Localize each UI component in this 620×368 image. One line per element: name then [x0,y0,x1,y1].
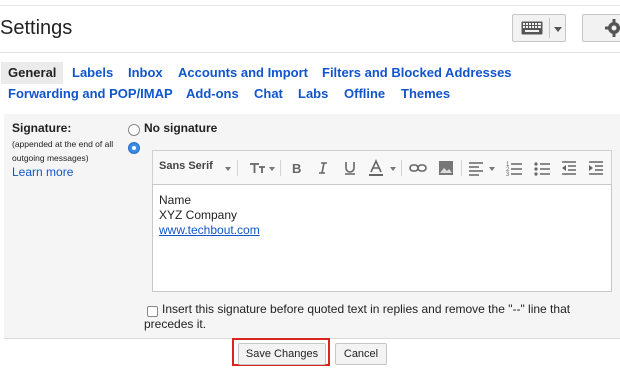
tab-offline[interactable]: Offline [344,86,385,101]
keyboard-icon [521,21,543,35]
tab-accounts-and-import[interactable]: Accounts and Import [178,65,308,80]
toolbar-separator [280,160,281,176]
tab-add-ons[interactable]: Add-ons [186,86,239,101]
header-divider [0,52,620,53]
formatting-toolbar: Sans Serif B 1 2 3 [152,150,612,184]
text-color-icon[interactable] [366,158,386,178]
chevron-down-icon[interactable] [489,167,495,171]
no-signature-label[interactable]: No signature [144,121,217,135]
learn-more-link[interactable]: Learn more [12,165,73,179]
no-signature-radio[interactable] [128,124,140,136]
tab-general[interactable]: General [1,62,64,84]
bold-icon[interactable]: B [287,158,307,178]
gear-icon [605,19,620,37]
chevron-down-icon[interactable] [390,167,396,171]
chevron-down-icon[interactable] [225,167,231,171]
custom-signature-radio[interactable] [128,142,140,154]
link-icon[interactable] [408,158,428,178]
tab-chat[interactable]: Chat [254,86,283,101]
toolbar-separator [401,160,402,176]
signature-note: (appended at the end of all outgoing mes… [12,139,114,163]
image-icon[interactable] [436,158,456,178]
page-title: Settings [0,17,73,39]
svg-text:B: B [292,161,301,176]
tab-filters-and-blocked-addresses[interactable]: Filters and Blocked Addresses [322,65,512,80]
font-size-icon[interactable] [248,158,268,178]
indent-less-icon[interactable] [559,158,579,178]
font-family-select[interactable]: Sans Serif [159,160,213,172]
tab-labs[interactable]: Labs [298,86,328,101]
signature-editor[interactable]: Name XYZ Company www.techbout.com [152,184,612,292]
button-separator [549,18,550,38]
underline-icon[interactable] [340,158,360,178]
signature-website-link[interactable]: www.techbout.com [159,223,260,237]
signature-line: Name [159,193,192,207]
insert-before-quoted-label: Insert this signature before quoted text… [144,302,571,331]
italic-icon[interactable] [313,158,333,178]
tab-forwarding-and-pop-imap[interactable]: Forwarding and POP/IMAP [8,86,173,101]
save-changes-button[interactable]: Save Changes [238,343,326,365]
input-tools-button[interactable] [512,14,566,42]
align-icon[interactable] [466,158,486,178]
svg-text:3: 3 [506,172,510,178]
top-divider [0,5,620,6]
indent-more-icon[interactable] [586,158,606,178]
chevron-down-icon[interactable] [269,167,275,171]
bulleted-list-icon[interactable] [532,158,552,178]
chevron-down-icon[interactable] [554,27,562,32]
toolbar-separator [237,160,238,176]
settings-button[interactable] [582,14,620,42]
signature-label: Signature: [12,121,72,135]
tab-themes[interactable]: Themes [401,86,450,101]
cancel-button[interactable]: Cancel [335,343,387,365]
tab-inbox[interactable]: Inbox [128,65,163,80]
toolbar-separator [461,160,462,176]
numbered-list-icon[interactable]: 1 2 3 [504,158,524,178]
signature-line: XYZ Company [159,208,238,222]
tab-labels[interactable]: Labels [72,65,113,80]
